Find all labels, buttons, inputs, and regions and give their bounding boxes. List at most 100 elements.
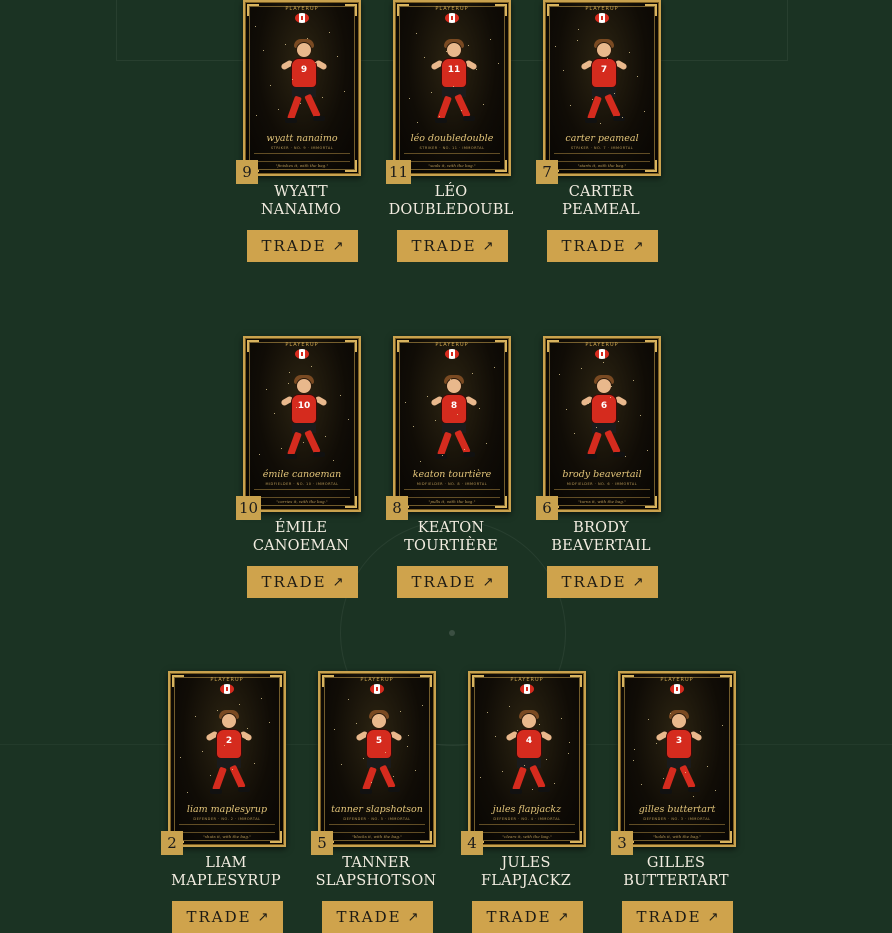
sparkle [570,105,571,106]
card-player-name: gilles buttertart [638,804,716,815]
sparkle [246,739,247,740]
sparkle [603,362,604,363]
sparkle [393,776,394,777]
arrow-up-right-icon: ↗ [482,574,494,590]
player-card[interactable]: PLAYERUP 4 jules flapjackz DEFENDER · NO… [468,671,586,847]
shirt-number-badge: 5 [311,831,333,855]
sparkle [566,409,567,410]
sparkle [348,419,349,420]
card-player-role: DEFENDER · NO. 2 · IMMORTAL [193,817,261,821]
player-name: BRODY BEAVERTAIL [551,520,651,554]
player-card[interactable]: PLAYERUP 2 liam maplesyrup DEFENDER · NO… [168,671,286,847]
sparkle [569,742,570,743]
sparkle [641,784,642,785]
sparkle [296,407,297,408]
sparkle [446,51,447,52]
sparkle [656,743,657,744]
jersey-number: 9 [300,65,308,75]
sparkle [453,86,454,87]
card-brand: PLAYERUP [660,677,694,683]
card-player-name: émile canoeman [262,469,342,480]
trade-button[interactable]: TRADE ↗ [472,901,583,933]
card-player-name: jules flapjackz [492,804,562,815]
sparkle [224,745,225,746]
player-name: ÉMILE CANOEMAN [252,520,350,554]
card-player-name: léo doubledouble [410,133,494,144]
trade-button[interactable]: TRADE ↗ [547,566,658,598]
player-card[interactable]: PLAYERUP 7 carter peameal STRIKER · NO. … [543,0,661,176]
player-slot: PLAYERUP 8 keaton tourtière MIDFIELDER ·… [386,336,516,598]
player-illustration: 11 [429,32,479,132]
arrow-up-right-icon: ↗ [632,574,644,590]
player-card[interactable]: PLAYERUP 9 wyatt nanaimo STRIKER · NO. 9… [243,0,361,176]
sparkle [363,758,364,759]
player-card[interactable]: PLAYERUP 10 émile canoeman MIDFIELDER · … [243,336,361,512]
sparkle [670,713,671,714]
sparkle [407,746,408,747]
sparkle [329,32,330,33]
shirt-number-badge: 4 [461,831,483,855]
jersey-number: 6 [600,401,608,411]
sparkle [449,390,450,391]
card-brand: PLAYERUP [435,342,469,348]
sparkle [585,64,586,65]
card-quote: "carries it, with the bag." [276,499,328,504]
sparkle [648,719,649,720]
sparkle [431,92,432,93]
sparkle [596,427,597,428]
sparkle [400,711,401,712]
trade-button[interactable]: TRADE ↗ [247,230,358,262]
sparkle [255,26,256,27]
trade-button[interactable]: TRADE ↗ [547,230,658,262]
trade-button[interactable]: TRADE ↗ [397,566,508,598]
sparkle [285,44,286,45]
sparkle [483,104,484,105]
player-name: CARTER PEAMEAL [562,184,640,218]
jersey-number: 2 [225,736,233,746]
sparkle [340,395,341,396]
player-card[interactable]: PLAYERUP 6 brody beavertail MIDFIELDER ·… [543,336,661,512]
card-quote: "turns it, with the bag." [578,499,626,504]
player-slot: PLAYERUP 11 léo doubledouble STRIKER · N… [386,0,516,262]
card-brand: PLAYERUP [510,677,544,683]
card-brand: PLAYERUP [435,6,469,12]
sparkle [281,448,282,449]
trade-button[interactable]: TRADE ↗ [247,566,358,598]
sparkle [490,39,491,40]
trade-button[interactable]: TRADE ↗ [172,901,283,933]
card-stats-bar [254,489,350,498]
jersey-number: 3 [675,736,683,746]
player-card[interactable]: PLAYERUP 5 tanner slapshotson DEFENDER ·… [318,671,436,847]
sparkle [610,397,611,398]
trade-button[interactable]: TRADE ↗ [397,230,508,262]
sparkle [417,122,418,123]
sparkle [629,52,630,53]
sparkle [263,50,264,51]
sparkle [408,735,409,736]
sparkle [644,111,645,112]
player-name: TANNER SLAPSHOTSON [315,855,437,889]
jersey-number: 7 [600,65,608,75]
sparkle [618,421,619,422]
player-card[interactable]: PLAYERUP 3 gilles buttertart DEFENDER · … [618,671,736,847]
sparkle [539,724,540,725]
card-player-name: keaton tourtière [412,469,492,480]
player-card[interactable]: PLAYERUP 8 keaton tourtière MIDFIELDER ·… [393,336,511,512]
sparkle [415,770,416,771]
sparkle [581,368,582,369]
sparkle [187,792,188,793]
sparkle [715,790,716,791]
sparkle [634,749,635,750]
trade-button[interactable]: TRADE ↗ [322,901,433,933]
card-quote: "holds it, with the bag." [652,834,701,839]
sparkle [202,751,203,752]
trade-button[interactable]: TRADE ↗ [622,901,733,933]
sparkle [266,389,267,390]
sparkle [640,415,641,416]
sparkle [344,91,345,92]
sparkle [563,70,564,71]
sparkle [195,716,196,717]
sparkle [559,374,560,375]
player-card[interactable]: PLAYERUP 11 léo doubledouble STRIKER · N… [393,0,511,176]
player-illustration: 10 [279,368,329,468]
